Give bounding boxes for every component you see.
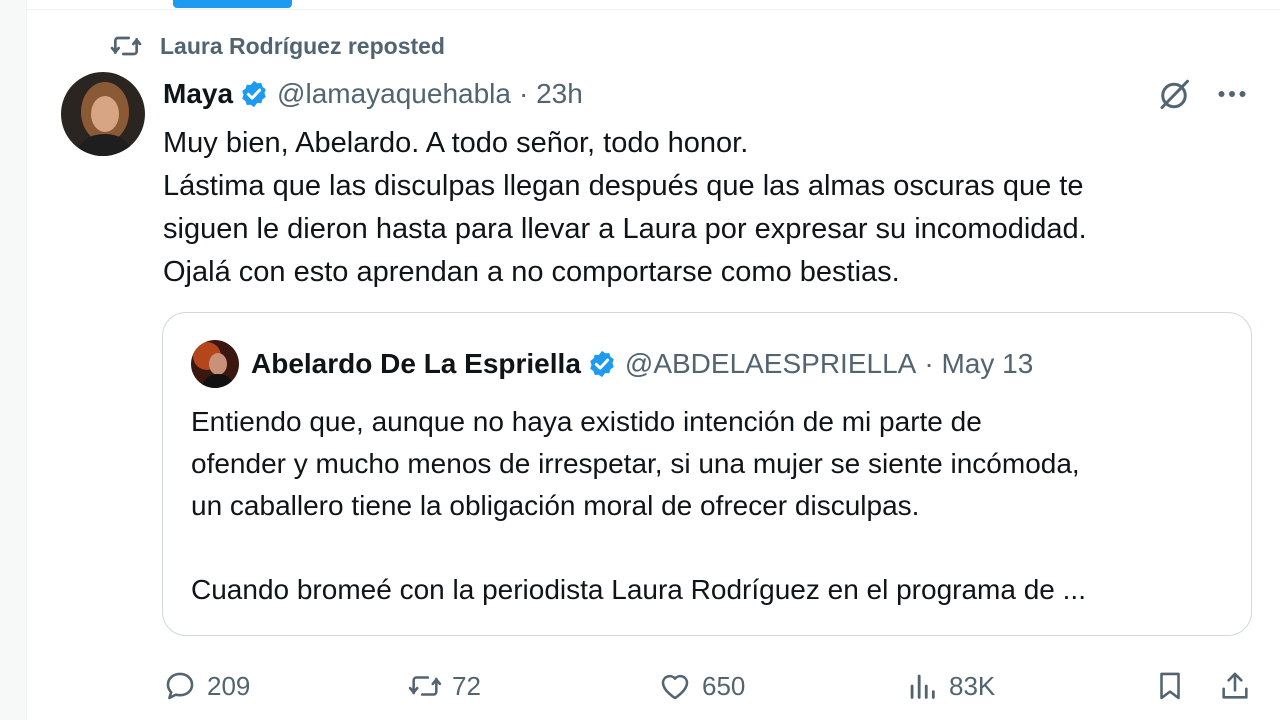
tweet-header-actions bbox=[1156, 74, 1250, 114]
repost-icon bbox=[110, 36, 142, 56]
quote-line: un caballero tiene la obligación moral d… bbox=[191, 490, 920, 521]
heart-icon bbox=[661, 674, 689, 700]
tweet-line: Ojalá con esto aprendan a no comportarse… bbox=[163, 256, 900, 288]
active-tab-indicator bbox=[173, 0, 292, 8]
grok-icon[interactable] bbox=[1156, 76, 1192, 112]
like-button[interactable]: 650 bbox=[658, 662, 745, 710]
tweet-time[interactable]: · 23h bbox=[519, 78, 583, 110]
top-divider bbox=[26, 9, 1280, 10]
bookmark-icon bbox=[1160, 672, 1180, 700]
verified-badge-icon bbox=[590, 350, 614, 378]
share-button[interactable] bbox=[1218, 662, 1252, 710]
quote-paragraph-gap bbox=[191, 527, 1231, 569]
quote-line: ofender y mucho menos de irrespetar, si … bbox=[191, 448, 1080, 479]
reply-button[interactable]: 209 bbox=[163, 662, 250, 710]
avatar[interactable] bbox=[61, 72, 145, 156]
tweet-header: Maya @lamayaquehabla · 23h bbox=[163, 74, 583, 114]
quote-time[interactable]: · May 13 bbox=[924, 348, 1033, 380]
bookmark-button[interactable] bbox=[1153, 662, 1187, 710]
reply-count: 209 bbox=[207, 670, 251, 701]
quote-line-truncated: Cuando bromeé con la periodista Laura Ro… bbox=[191, 574, 1086, 605]
repost-icon bbox=[408, 676, 442, 696]
repost-label: Laura Rodríguez reposted bbox=[160, 32, 445, 59]
left-frame bbox=[0, 0, 27, 720]
quote-author-name[interactable]: Abelardo De La Espriella bbox=[251, 348, 581, 380]
views-button[interactable]: 83K bbox=[905, 662, 995, 710]
repost-context[interactable]: Laura Rodríguez reposted bbox=[110, 30, 445, 62]
quote-tweet-card[interactable]: Abelardo De La Espriella @ABDELAESPRIELL… bbox=[162, 312, 1252, 636]
author-name[interactable]: Maya bbox=[163, 78, 233, 110]
author-handle[interactable]: @lamayaquehabla bbox=[277, 78, 511, 110]
tweet-line: Lástima que las disculpas llegan después… bbox=[163, 170, 1084, 202]
like-count: 650 bbox=[702, 670, 746, 701]
quote-line: Entiendo que, aunque no haya existido in… bbox=[191, 406, 982, 437]
tweet-line: siguen le dieron hasta para llevar a Lau… bbox=[163, 213, 1087, 245]
tweet-actions-bar: 209 72 650 83K bbox=[0, 662, 1280, 710]
repost-count: 72 bbox=[452, 670, 481, 701]
quote-author-handle[interactable]: @ABDELAESPRIELLA bbox=[625, 348, 916, 380]
quote-text: Entiendo que, aunque no haya existido in… bbox=[191, 401, 1231, 611]
views-icon bbox=[910, 674, 935, 699]
views-count: 83K bbox=[949, 670, 996, 701]
quote-avatar[interactable] bbox=[191, 340, 239, 388]
tweet-line: Muy bien, Abelardo. A todo señor, todo h… bbox=[163, 127, 749, 159]
more-icon[interactable] bbox=[1214, 76, 1250, 112]
verified-badge-icon bbox=[242, 80, 266, 108]
tweet-text: Muy bien, Abelardo. A todo señor, todo h… bbox=[163, 122, 1243, 294]
quote-header: Abelardo De La Espriella @ABDELAESPRIELL… bbox=[191, 340, 1033, 388]
share-icon bbox=[1222, 672, 1248, 699]
reply-icon bbox=[166, 672, 194, 700]
repost-button[interactable]: 72 bbox=[408, 662, 481, 710]
